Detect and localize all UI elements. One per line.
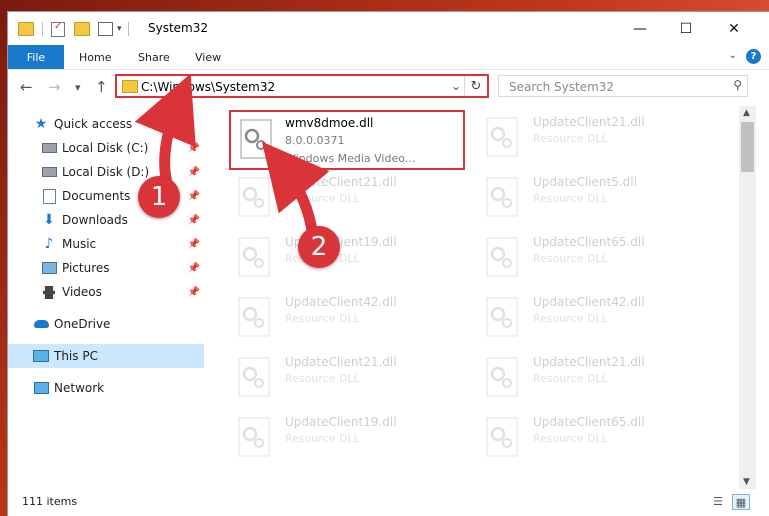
explorer-window: ✓ ▾ System32 — ☐ ✕ File Home Share View … <box>8 12 769 516</box>
arrow-1 <box>134 73 196 193</box>
step-1-badge: 1 <box>138 176 180 218</box>
step-2-badge: 2 <box>298 226 340 268</box>
arrow-2 <box>261 141 330 243</box>
annotation-arrows <box>134 73 330 243</box>
